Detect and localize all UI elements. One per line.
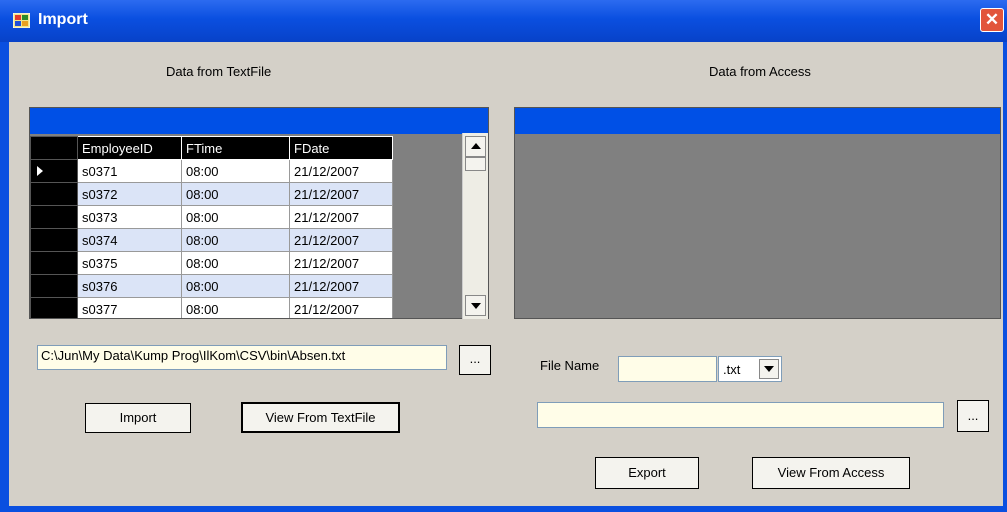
cell-ftime[interactable]: 08:00 [181,159,290,183]
table-row[interactable]: s0373 08:00 21/12/2007 [30,205,393,229]
close-button[interactable]: ✕ [980,8,1004,32]
cell-ftime[interactable]: 08:00 [181,274,290,298]
view-from-textfile-button[interactable]: View From TextFile [241,402,400,433]
extension-dropdown-button[interactable] [759,359,779,379]
scroll-down-icon [471,303,481,309]
title-bar[interactable]: Import ✕ [0,0,1007,42]
extension-select[interactable]: .txt [718,356,782,382]
cell-employeeid[interactable]: s0376 [77,274,182,298]
cell-fdate[interactable]: 21/12/2007 [289,205,393,229]
textfile-path-input[interactable]: C:\Jun\My Data\Kump Prog\IlKom\CSV\bin\A… [37,345,447,370]
close-icon: ✕ [984,10,1000,29]
scroll-up-button[interactable] [465,136,486,157]
table-row[interactable]: s0374 08:00 21/12/2007 [30,228,393,252]
row-header[interactable] [30,297,78,318]
table-row[interactable]: s0375 08:00 21/12/2007 [30,251,393,275]
access-heading: Data from Access [709,64,811,79]
import-window: Import ✕ Data from TextFile EmployeeID F… [0,0,1007,512]
cell-ftime[interactable]: 08:00 [181,182,290,206]
window-frame-bottom [0,506,1007,512]
column-header-ftime[interactable]: FTime [181,136,290,160]
grid-caption-bar [30,108,488,134]
row-header[interactable] [30,205,78,229]
cell-ftime[interactable]: 08:00 [181,228,290,252]
row-header[interactable] [30,251,78,275]
file-name-input[interactable] [618,356,717,382]
current-row-icon [37,165,43,176]
file-name-label: File Name [540,358,600,373]
scroll-down-button[interactable] [465,295,486,316]
scroll-up-icon [471,143,481,149]
window-frame-right [1003,42,1007,512]
view-from-access-button[interactable]: View From Access [752,457,910,489]
app-window-icon [13,13,30,28]
row-header-corner [30,136,78,160]
grid-caption-bar [515,108,1000,134]
cell-fdate[interactable]: 21/12/2007 [289,182,393,206]
textfile-heading: Data from TextFile [166,64,272,79]
export-button[interactable]: Export [595,457,699,489]
grid-vertical-scrollbar[interactable] [462,133,488,319]
access-datagrid[interactable] [514,107,1001,319]
cell-fdate[interactable]: 21/12/2007 [289,159,393,183]
cell-fdate[interactable]: 21/12/2007 [289,251,393,275]
column-header-employeeid[interactable]: EmployeeID [77,136,182,160]
row-header[interactable] [30,182,78,206]
cell-employeeid[interactable]: s0377 [77,297,182,318]
column-header-fdate[interactable]: FDate [289,136,393,160]
scroll-thumb[interactable] [465,157,486,171]
browse-export-button[interactable]: ... [957,400,989,432]
table-header-row: EmployeeID FTime FDate [30,136,393,160]
cell-ftime[interactable]: 08:00 [181,297,290,318]
row-header[interactable] [30,274,78,298]
cell-employeeid[interactable]: s0375 [77,251,182,275]
import-button[interactable]: Import [85,403,191,433]
window-frame-left [0,42,9,512]
table-row[interactable]: s0376 08:00 21/12/2007 [30,274,393,298]
window-title: Import [38,11,88,28]
textfile-datagrid[interactable]: EmployeeID FTime FDate s0371 08:00 21/12… [29,107,489,319]
browse-textfile-button[interactable]: ... [459,345,491,375]
table-row[interactable]: s0371 08:00 21/12/2007 [30,159,393,183]
cell-fdate[interactable]: 21/12/2007 [289,297,393,318]
cell-employeeid[interactable]: s0373 [77,205,182,229]
cell-employeeid[interactable]: s0371 [77,159,182,183]
cell-fdate[interactable]: 21/12/2007 [289,274,393,298]
cell-ftime[interactable]: 08:00 [181,205,290,229]
chevron-down-icon [764,366,774,372]
cell-ftime[interactable]: 08:00 [181,251,290,275]
row-header[interactable] [30,228,78,252]
textfile-table[interactable]: EmployeeID FTime FDate s0371 08:00 21/12… [30,136,393,318]
cell-employeeid[interactable]: s0374 [77,228,182,252]
cell-fdate[interactable]: 21/12/2007 [289,228,393,252]
table-row[interactable]: s0372 08:00 21/12/2007 [30,182,393,206]
cell-employeeid[interactable]: s0372 [77,182,182,206]
table-row[interactable]: s0377 08:00 21/12/2007 [30,297,393,318]
row-header[interactable] [30,159,78,183]
extension-value: .txt [723,362,741,377]
export-path-input[interactable] [537,402,944,428]
